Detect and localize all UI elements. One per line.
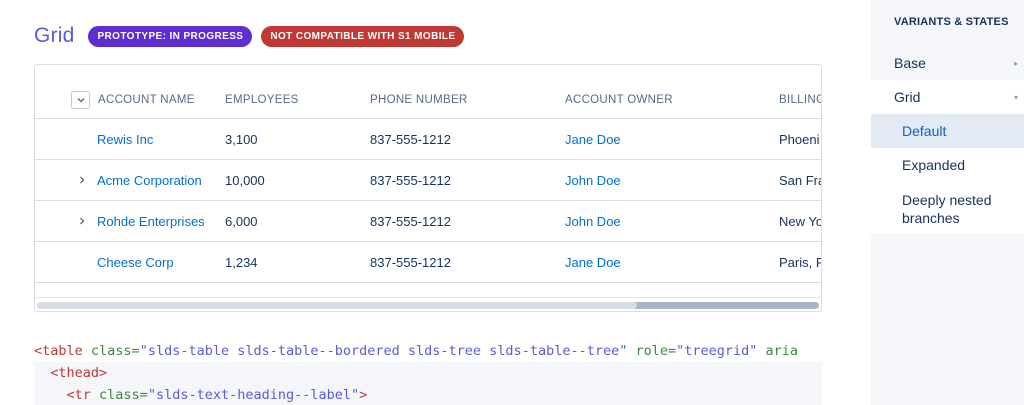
page-title: Grid bbox=[34, 24, 75, 47]
horizontal-scrollbar[interactable] bbox=[35, 297, 821, 311]
phone-cell: 837-555-1212 bbox=[370, 131, 451, 147]
sidebar-subitem-expanded[interactable]: Expanded bbox=[871, 148, 1024, 182]
sidebar-item-label: Grid bbox=[894, 89, 921, 105]
chevron-right-icon[interactable] bbox=[77, 160, 87, 200]
code-token: "treegrid" bbox=[676, 343, 758, 359]
column-header-account-name[interactable]: ACCOUNT NAME bbox=[98, 81, 195, 118]
tree-grid-table: ACCOUNT NAME EMPLOYEES PHONE NUMBER ACCO… bbox=[35, 81, 822, 283]
phone-cell: 837-555-1212 bbox=[370, 254, 451, 270]
chevron-right-icon[interactable] bbox=[77, 201, 87, 241]
code-line: <tr class="slds-text-heading--label"> bbox=[34, 384, 822, 405]
scrollbar-thumb[interactable] bbox=[37, 302, 637, 309]
sidebar-subitem-default[interactable]: Default bbox=[871, 114, 1024, 148]
code-token: class= bbox=[82, 343, 140, 359]
column-header-owner[interactable]: ACCOUNT OWNER bbox=[565, 81, 673, 118]
code-token: class= bbox=[90, 387, 148, 403]
account-name-link[interactable]: Cheese Corp bbox=[97, 242, 174, 282]
column-header-phone[interactable]: PHONE NUMBER bbox=[370, 81, 468, 118]
sidebar-subitem-deeply-nested[interactable]: Deeply nested branches bbox=[871, 182, 1024, 234]
account-name-link[interactable]: Rohde Enterprises bbox=[97, 201, 205, 241]
table-row: Rohde Enterprises 6,000 837-555-1212 Joh… bbox=[35, 201, 822, 242]
code-sample: <table class="slds-table slds-table--bor… bbox=[34, 340, 822, 405]
owner-link[interactable]: Jane Doe bbox=[565, 119, 621, 159]
code-token: "slds-table slds-table--bordered slds-tr… bbox=[139, 343, 628, 359]
account-name-link[interactable]: Rewis Inc bbox=[97, 119, 153, 159]
page-header: Grid PROTOTYPE: IN PROGRESS NOT COMPATIB… bbox=[34, 22, 473, 50]
table-row: Rewis Inc 3,100 837-555-1212 Jane Doe Ph… bbox=[35, 119, 821, 160]
owner-link[interactable]: John Doe bbox=[565, 160, 621, 200]
triangle-down-icon: ▾ bbox=[1013, 92, 1018, 102]
prototype-status-badge: PROTOTYPE: IN PROGRESS bbox=[88, 25, 253, 47]
sidebar-item-label: Base bbox=[894, 55, 926, 71]
phone-cell: 837-555-1212 bbox=[370, 172, 451, 188]
code-token: <table bbox=[34, 343, 83, 359]
mobile-compat-badge: NOT COMPATIBLE WITH S1 MOBILE bbox=[261, 25, 465, 47]
column-header-employees[interactable]: EMPLOYEES bbox=[225, 81, 299, 118]
expand-all-button[interactable] bbox=[71, 91, 90, 109]
employees-cell: 3,100 bbox=[225, 131, 258, 147]
sidebar-item-base[interactable]: Base ▸ bbox=[871, 46, 1024, 80]
code-token: aria bbox=[757, 343, 799, 359]
billing-cell: New Yo bbox=[779, 213, 822, 229]
account-name-link[interactable]: Acme Corporation bbox=[97, 160, 202, 200]
chevron-down-icon bbox=[77, 98, 84, 103]
owner-link[interactable]: Jane Doe bbox=[565, 242, 621, 282]
variants-sidebar: VARIANTS & STATES Base ▸ Grid ▾ Default … bbox=[871, 0, 1024, 405]
code-token: <tr bbox=[66, 387, 91, 403]
table-row: Acme Corporation 10,000 837-555-1212 Joh… bbox=[35, 160, 822, 201]
code-token: <thead> bbox=[50, 365, 108, 381]
triangle-right-icon: ▸ bbox=[1013, 58, 1018, 68]
sidebar-item-grid[interactable]: Grid ▾ bbox=[871, 80, 1024, 114]
code-token: > bbox=[359, 387, 368, 403]
employees-cell: 1,234 bbox=[225, 254, 258, 270]
phone-cell: 837-555-1212 bbox=[370, 213, 451, 229]
sidebar-heading: VARIANTS & STATES bbox=[894, 16, 1009, 28]
grid-example-frame: ACCOUNT NAME EMPLOYEES PHONE NUMBER ACCO… bbox=[34, 64, 822, 312]
table-header-row: ACCOUNT NAME EMPLOYEES PHONE NUMBER ACCO… bbox=[35, 81, 821, 119]
billing-cell: Paris, F bbox=[779, 254, 822, 270]
owner-link[interactable]: John Doe bbox=[565, 201, 621, 241]
code-line: <thead> bbox=[34, 362, 822, 384]
billing-cell: San Fra bbox=[779, 172, 822, 188]
employees-cell: 6,000 bbox=[225, 213, 258, 229]
code-line: <table class="slds-table slds-table--bor… bbox=[34, 340, 822, 362]
billing-cell: Phoeni bbox=[779, 131, 820, 147]
table-row: Cheese Corp 1,234 837-555-1212 Jane Doe … bbox=[35, 242, 822, 283]
employees-cell: 10,000 bbox=[225, 172, 265, 188]
code-token: "slds-text-heading--label" bbox=[147, 387, 360, 403]
code-token: role= bbox=[627, 343, 677, 359]
column-header-billing[interactable]: BILLING bbox=[779, 81, 821, 118]
